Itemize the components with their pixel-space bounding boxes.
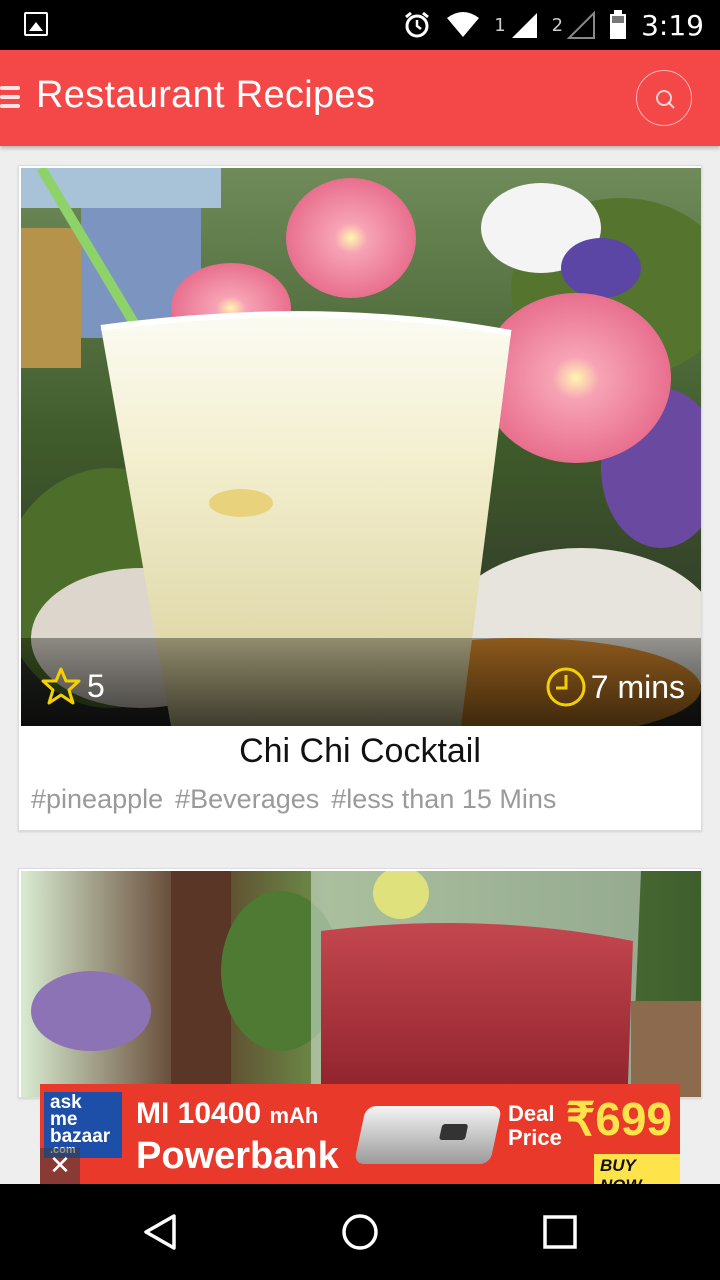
wifi-icon xyxy=(446,12,480,38)
status-icons: 1 2 3:19 xyxy=(402,0,704,50)
image-notification-icon xyxy=(24,12,48,36)
home-icon xyxy=(342,1214,378,1250)
search-button[interactable] xyxy=(636,70,692,126)
recent-apps-button[interactable] xyxy=(540,1212,580,1252)
recipe-title[interactable]: Chi Chi Cocktail xyxy=(19,732,701,771)
app-title: Restaurant Recipes xyxy=(36,74,376,116)
ad-banner[interactable]: ask me bazaar .com ✕ MI 10400 mAh Powerb… xyxy=(40,1084,680,1184)
tag[interactable]: #pineapple xyxy=(31,784,163,815)
menu-icon[interactable] xyxy=(0,86,20,112)
back-icon xyxy=(144,1214,176,1250)
ad-price: ₹699 xyxy=(566,1093,673,1145)
battery-icon xyxy=(609,10,627,40)
rating: 5 xyxy=(41,666,105,706)
sim2-label: 2 xyxy=(551,14,564,36)
clock-icon xyxy=(546,667,586,707)
ad-buy-now-button[interactable]: BUY NOW xyxy=(594,1154,680,1184)
ad-deal-label: Deal Price xyxy=(508,1101,562,1150)
navigation-bar xyxy=(0,1184,720,1280)
ad-product-model: MI 10400 xyxy=(136,1097,262,1130)
sim1-label: 1 xyxy=(494,14,506,36)
app-bar: Restaurant Recipes xyxy=(0,50,720,146)
powerbank-image xyxy=(353,1106,503,1164)
recipe-photo[interactable]: 5 7 mins xyxy=(21,168,701,726)
tag[interactable]: #Beverages xyxy=(175,784,319,815)
recent-apps-icon xyxy=(543,1215,577,1249)
ad-product: MI 10400 mAh Powerbank xyxy=(136,1094,339,1176)
search-icon xyxy=(656,90,675,109)
rating-value: 5 xyxy=(87,667,105,704)
ad-close-button[interactable]: ✕ xyxy=(40,1148,80,1184)
cook-time: 7 mins xyxy=(545,666,685,708)
alarm-icon xyxy=(402,10,432,40)
home-button[interactable] xyxy=(340,1212,380,1252)
recipe-tags: #pineapple #Beverages #less than 15 Mins xyxy=(31,784,556,815)
recipe-card[interactable]: 5 7 mins Chi Chi Cocktail #pineapple #Be… xyxy=(18,165,702,831)
ad-product-name: Powerbank xyxy=(136,1135,339,1177)
star-icon xyxy=(41,667,81,705)
status-time: 3:19 xyxy=(641,8,704,42)
ad-product-unit: mAh xyxy=(269,1103,319,1128)
recipe-photo[interactable] xyxy=(21,871,701,1097)
cook-time-value: 7 mins xyxy=(590,668,685,705)
recipe-card[interactable] xyxy=(18,868,702,1098)
back-button[interactable] xyxy=(140,1212,180,1252)
signal-weak-icon xyxy=(567,11,596,39)
signal-strength-icon xyxy=(510,11,538,39)
status-bar: 1 2 3:19 xyxy=(0,0,720,50)
tag[interactable]: #less than 15 Mins xyxy=(331,784,556,815)
